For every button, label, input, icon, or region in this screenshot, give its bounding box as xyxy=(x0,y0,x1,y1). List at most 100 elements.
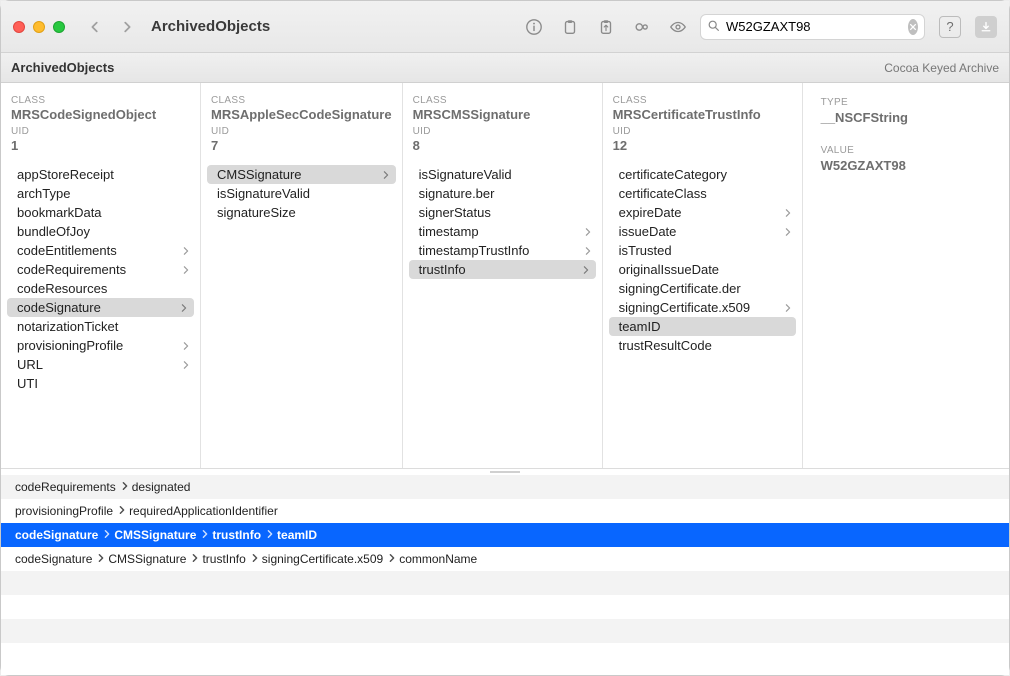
list-item[interactable]: isSignatureValid xyxy=(201,184,402,203)
list-item[interactable]: originalIssueDate xyxy=(603,260,802,279)
column-list: certificateCategory certificateClass expir… xyxy=(603,159,802,361)
search-input[interactable] xyxy=(726,19,902,34)
traffic-lights xyxy=(13,21,65,33)
browser-column: CLASSMRSAppleSecCodeSignatureUID7 CMSSign… xyxy=(201,83,403,468)
clipboard-paste-button[interactable] xyxy=(592,13,620,41)
list-item[interactable]: isTrusted xyxy=(603,241,802,260)
breadcrumb[interactable]: ArchivedObjects xyxy=(11,60,114,75)
path-segment: commonName xyxy=(399,552,477,566)
result-row[interactable]: codeSignatureCMSSignaturetrustInfoteamID xyxy=(1,523,1009,547)
list-item-label: signingCertificate.x509 xyxy=(619,300,751,315)
list-item[interactable]: CMSSignature xyxy=(207,165,396,184)
chevron-right-icon xyxy=(248,554,260,564)
browser-column: CLASSMRSCodeSignedObjectUID1 appStoreRece… xyxy=(1,83,201,468)
list-item[interactable]: UTI xyxy=(1,374,200,393)
class-label: CLASS xyxy=(211,95,392,106)
list-item[interactable]: timestampTrustInfo xyxy=(403,241,602,260)
list-item[interactable]: provisioningProfile xyxy=(1,336,200,355)
class-label: CLASS xyxy=(11,95,190,106)
path-segment: signingCertificate.x509 xyxy=(262,552,397,566)
list-item-label: codeSignature xyxy=(17,300,101,315)
clipboard-copy-button[interactable] xyxy=(556,13,584,41)
x-icon xyxy=(909,23,917,31)
path-segment-label: CMSSignature xyxy=(114,528,196,542)
close-window-button[interactable] xyxy=(13,21,25,33)
list-item[interactable]: signingCertificate.x509 xyxy=(603,298,802,317)
list-item[interactable]: notarizationTicket xyxy=(1,317,200,336)
chevron-right-icon xyxy=(182,357,190,372)
path-segment: trustInfo xyxy=(202,552,259,566)
nav-back-button[interactable] xyxy=(83,15,107,39)
path-segment-label: provisioningProfile xyxy=(15,504,113,518)
list-item[interactable]: teamID xyxy=(609,317,796,336)
list-item-label: certificateCategory xyxy=(619,167,727,182)
result-row[interactable]: provisioningProfile requiredApplicationId… xyxy=(1,499,1009,523)
list-item[interactable]: appStoreReceipt xyxy=(1,165,200,184)
path-segment-label: requiredApplicationIdentifier xyxy=(129,504,278,518)
chevron-right-icon xyxy=(100,530,112,540)
result-row[interactable]: codeSignatureCMSSignaturetrustInfosignin… xyxy=(1,547,1009,571)
path-segment: CMSSignature xyxy=(108,552,200,566)
column-header: CLASSMRSAppleSecCodeSignatureUID7 xyxy=(201,89,402,159)
path-segment-label: CMSSignature xyxy=(108,552,186,566)
chevron-right-icon xyxy=(584,224,592,239)
list-item-label: codeRequirements xyxy=(17,262,126,277)
result-row xyxy=(1,619,1009,643)
detail-panel: TYPE__NSCFStringVALUEW52GZAXT98 xyxy=(803,83,1009,468)
list-item[interactable]: expireDate xyxy=(603,203,802,222)
class-value: MRSCertificateTrustInfo xyxy=(613,107,792,122)
uid-label: UID xyxy=(211,126,392,137)
list-item[interactable]: bookmarkData xyxy=(1,203,200,222)
preview-button[interactable] xyxy=(664,13,692,41)
list-item[interactable]: signingCertificate.der xyxy=(603,279,802,298)
link-toggle-button[interactable] xyxy=(628,13,656,41)
list-item[interactable]: trustInfo xyxy=(409,260,596,279)
titlebar: ArchivedObjects ? xyxy=(1,1,1009,53)
column-browser: CLASSMRSCodeSignedObjectUID1 appStoreRece… xyxy=(1,83,1009,469)
list-item[interactable]: codeRequirements xyxy=(1,260,200,279)
list-item-label: certificateClass xyxy=(619,186,707,201)
list-item[interactable]: trustResultCode xyxy=(603,336,802,355)
path-segment-label: designated xyxy=(132,480,191,494)
minimize-window-button[interactable] xyxy=(33,21,45,33)
list-item[interactable]: isSignatureValid xyxy=(403,165,602,184)
list-item[interactable]: codeSignature xyxy=(7,298,194,317)
list-item-label: signingCertificate.der xyxy=(619,281,741,296)
chevron-right-icon xyxy=(784,205,792,220)
help-button[interactable]: ? xyxy=(939,16,961,38)
list-item[interactable]: certificateClass xyxy=(603,184,802,203)
chevron-right-icon xyxy=(120,20,134,34)
eye-icon xyxy=(669,18,687,36)
chevron-right-icon xyxy=(182,243,190,258)
nav-forward-button[interactable] xyxy=(115,15,139,39)
clipboard-icon xyxy=(561,18,579,36)
uid-value: 12 xyxy=(613,138,792,153)
chevron-right-icon xyxy=(582,262,590,277)
list-item[interactable]: codeResources xyxy=(1,279,200,298)
chevron-right-icon xyxy=(382,167,390,182)
uid-label: UID xyxy=(11,126,190,137)
download-button[interactable] xyxy=(975,16,997,38)
list-item[interactable]: codeEntitlements xyxy=(1,241,200,260)
type-label: TYPE xyxy=(821,97,991,108)
zoom-window-button[interactable] xyxy=(53,21,65,33)
column-header: CLASSMRSCodeSignedObjectUID1 xyxy=(1,89,200,159)
info-button[interactable] xyxy=(520,13,548,41)
result-row[interactable]: codeRequirementsdesignated xyxy=(1,475,1009,499)
search-icon xyxy=(707,19,720,35)
clear-search-button[interactable] xyxy=(908,19,918,35)
list-item[interactable]: bundleOfJoy xyxy=(1,222,200,241)
list-item[interactable]: archType xyxy=(1,184,200,203)
list-item[interactable]: signature.ber xyxy=(403,184,602,203)
browser-column: CLASSMRSCertificateTrustInfoUID12certifi… xyxy=(603,83,803,468)
list-item[interactable]: certificateCategory xyxy=(603,165,802,184)
list-item[interactable]: URL xyxy=(1,355,200,374)
list-item[interactable]: signatureSize xyxy=(201,203,402,222)
column-list: isSignatureValidsignature.bersignerStatu… xyxy=(403,159,602,285)
clipboard-up-icon xyxy=(597,18,615,36)
list-item[interactable]: issueDate xyxy=(603,222,802,241)
search-field[interactable] xyxy=(700,14,925,40)
list-item[interactable]: signerStatus xyxy=(403,203,602,222)
list-item-label: timestamp xyxy=(419,224,479,239)
list-item[interactable]: timestamp xyxy=(403,222,602,241)
